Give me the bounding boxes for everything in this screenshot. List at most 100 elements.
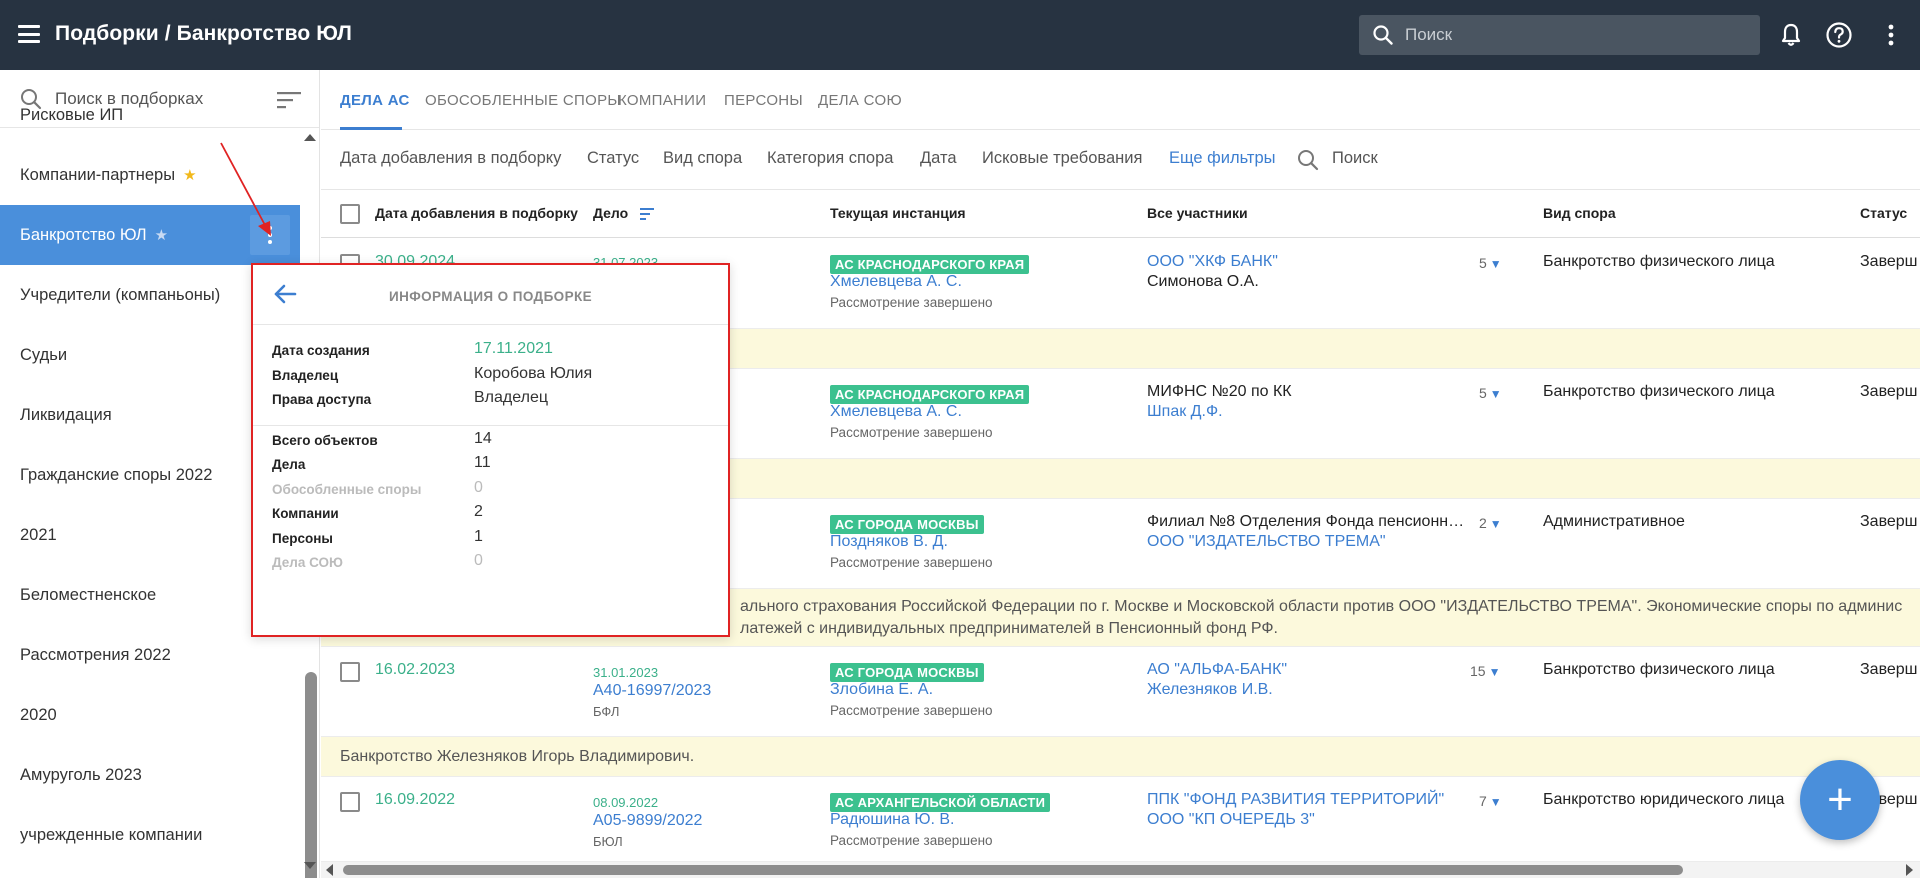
add-button[interactable]: + [1800,760,1880,840]
table-row[interactable]: 16.02.2023 31.01.2023 А40-16997/2023 БФЛ… [321,647,1920,737]
participants-count[interactable]: 15 ▼ [1470,663,1500,681]
col-case[interactable]: Дело [593,205,655,221]
participant: МИФНС №20 по КК [1147,383,1292,400]
col-added-date[interactable]: Дата добавления в подборку [375,205,578,221]
row-checkbox[interactable] [340,792,360,812]
collection-item[interactable]: 2020 [0,685,300,745]
scrollbar-thumb[interactable] [305,672,317,878]
table-horizontal-scrollbar[interactable] [321,862,1920,878]
participants-count[interactable]: 2 ▼ [1479,515,1502,533]
filter-date[interactable]: Дата [920,149,957,168]
collection-item-active[interactable]: Банкротство ЮЛ ★ [0,205,300,265]
status: Заверш [1860,253,1918,270]
tab-companies[interactable]: КОМПАНИИ [618,92,706,109]
filter-added-date[interactable]: Дата добавления в подборку [340,149,561,168]
participant-link[interactable]: АО "АЛЬФА-БАНК" [1147,661,1287,679]
participant-link[interactable]: ООО "ХКФ БАНК" [1147,253,1278,271]
scroll-up-icon[interactable] [304,134,316,141]
instance-badge: АС ГОРОДА МОСКВЫ [830,515,984,534]
participants-count[interactable]: 7 ▼ [1479,793,1502,811]
participant-link[interactable]: ООО "ИЗДАТЕЛЬСТВО ТРЕМА" [1147,533,1386,551]
dispute-type: Банкротство физического лица [1543,253,1775,270]
filters-bar: Дата добавления в подборку Статус Вид сп… [321,131,1920,190]
info-access: Права доступа Владелец [272,389,549,407]
collection-item[interactable]: учрежденные компании [0,805,300,865]
participants-count[interactable]: 5 ▼ [1479,255,1502,273]
info-owner: Владелец Коробова Юлия [272,365,593,383]
help-icon[interactable] [1824,20,1854,50]
star-icon[interactable]: ★ [183,166,196,184]
case-number-link[interactable]: А40-16997/2023 [593,682,711,700]
tab-cases-as[interactable]: ДЕЛА АС [340,92,410,109]
added-date: 16.09.2022 [375,791,456,808]
bell-icon[interactable] [1776,20,1806,50]
col-dispute-type[interactable]: Вид спора [1543,205,1616,221]
divider [253,425,728,426]
scroll-left-icon[interactable] [326,864,333,876]
case-date: 08.09.2022 [593,795,659,810]
more-filters-button[interactable]: Еще фильтры [1169,149,1275,168]
instance-status: Рассмотрение завершено [830,833,993,848]
more-vertical-icon[interactable] [1876,20,1906,50]
chevron-down-icon: ▼ [1488,665,1501,679]
select-all-checkbox[interactable] [340,204,360,224]
global-search[interactable] [1359,15,1760,55]
instance-badge: АС ГОРОДА МОСКВЫ [830,663,984,682]
col-instance[interactable]: Текущая инстанция [830,205,966,221]
scrollbar-thumb[interactable] [343,865,1683,875]
case-number-link[interactable]: А05-9899/2022 [593,812,702,830]
participant-link[interactable]: Железняков И.В. [1147,681,1273,699]
info-created: Дата создания 17.11.2021 [272,340,553,358]
chevron-down-icon: ▼ [1489,257,1502,271]
table-header: Дата добавления в подборку Дело Текущая … [321,190,1920,238]
collection-item[interactable]: Амуруголь 2023 [0,745,300,805]
status: Заверш [1860,383,1918,400]
scroll-right-icon[interactable] [1906,864,1913,876]
page-title: Подборки / Банкротство ЮЛ [55,22,352,45]
filter-status[interactable]: Статус [587,149,639,168]
filter-claims[interactable]: Исковые требования [982,149,1142,168]
collection-menu-button[interactable] [250,215,290,255]
case-type: БЮЛ [593,834,623,849]
table-row[interactable]: 16.09.2022 08.09.2022 А05-9899/2022 БЮЛ … [321,777,1920,862]
collection-item[interactable]: Рисковые ИП [0,85,300,145]
created-date: 17.11.2021 [474,340,553,357]
chevron-down-icon: ▼ [1489,517,1502,531]
judge-link[interactable]: Хмелевцева А. С. [830,403,962,421]
tab-cases-soyu[interactable]: ДЕЛА СОЮ [818,92,902,109]
judge-link[interactable]: Поздняков В. Д. [830,533,948,551]
dispute-type: Банкротство физического лица [1543,383,1775,400]
global-search-input[interactable] [1405,25,1725,45]
collection-item[interactable]: Компании-партнеры ★ [0,145,300,205]
judge-link[interactable]: Радюшина Ю. В. [830,811,955,829]
tabs-bar: ДЕЛА АС ОБОСОБЛЕННЫЕ СПОРЫ КОМПАНИИ ПЕРС… [321,70,1920,130]
participant-link[interactable]: ООО "КП ОЧЕРЕДЬ 3" [1147,811,1315,829]
participant-link[interactable]: ППК "ФОНД РАЗВИТИЯ ТЕРРИТОРИЙ" [1147,791,1444,809]
judge-link[interactable]: Злобина Е. А. [830,681,933,699]
tab-separate-disputes[interactable]: ОБОСОБЛЕННЫЕ СПОРЫ [425,92,621,109]
scroll-down-icon[interactable] [304,862,316,869]
chevron-down-icon: ▼ [1489,387,1502,401]
table-search[interactable]: Поиск [1332,149,1378,168]
status: Заверш [1860,513,1918,530]
search-icon[interactable] [1297,149,1319,171]
active-tab-indicator [340,127,402,130]
participant-link[interactable]: Шпак Д.Ф. [1147,403,1223,421]
participant: Филиал №8 Отделения Фонда пенсионн… [1147,513,1465,530]
col-status[interactable]: Статус [1860,205,1907,221]
filter-dispute-type[interactable]: Вид спора [663,149,742,168]
col-participants[interactable]: Все участники [1147,205,1248,221]
info-persons: Персоны 1 [272,528,483,546]
judge-link[interactable]: Хмелевцева А. С. [830,273,962,291]
participants-count[interactable]: 5 ▼ [1479,385,1502,403]
menu-icon[interactable] [18,25,40,43]
participant: Симонова О.А. [1147,273,1259,290]
collection-info-popup: ИНФОРМАЦИЯ О ПОДБОРКЕ Дата создания 17.1… [251,263,730,637]
row-checkbox[interactable] [340,662,360,682]
filter-dispute-category[interactable]: Категория спора [767,149,893,168]
tab-persons[interactable]: ПЕРСОНЫ [724,92,803,109]
star-icon[interactable]: ★ [155,226,168,244]
search-icon [1373,25,1393,45]
instance-badge: АС АРХАНГЕЛЬСКОЙ ОБЛАСТИ [830,793,1051,812]
sort-icon[interactable] [640,208,655,220]
